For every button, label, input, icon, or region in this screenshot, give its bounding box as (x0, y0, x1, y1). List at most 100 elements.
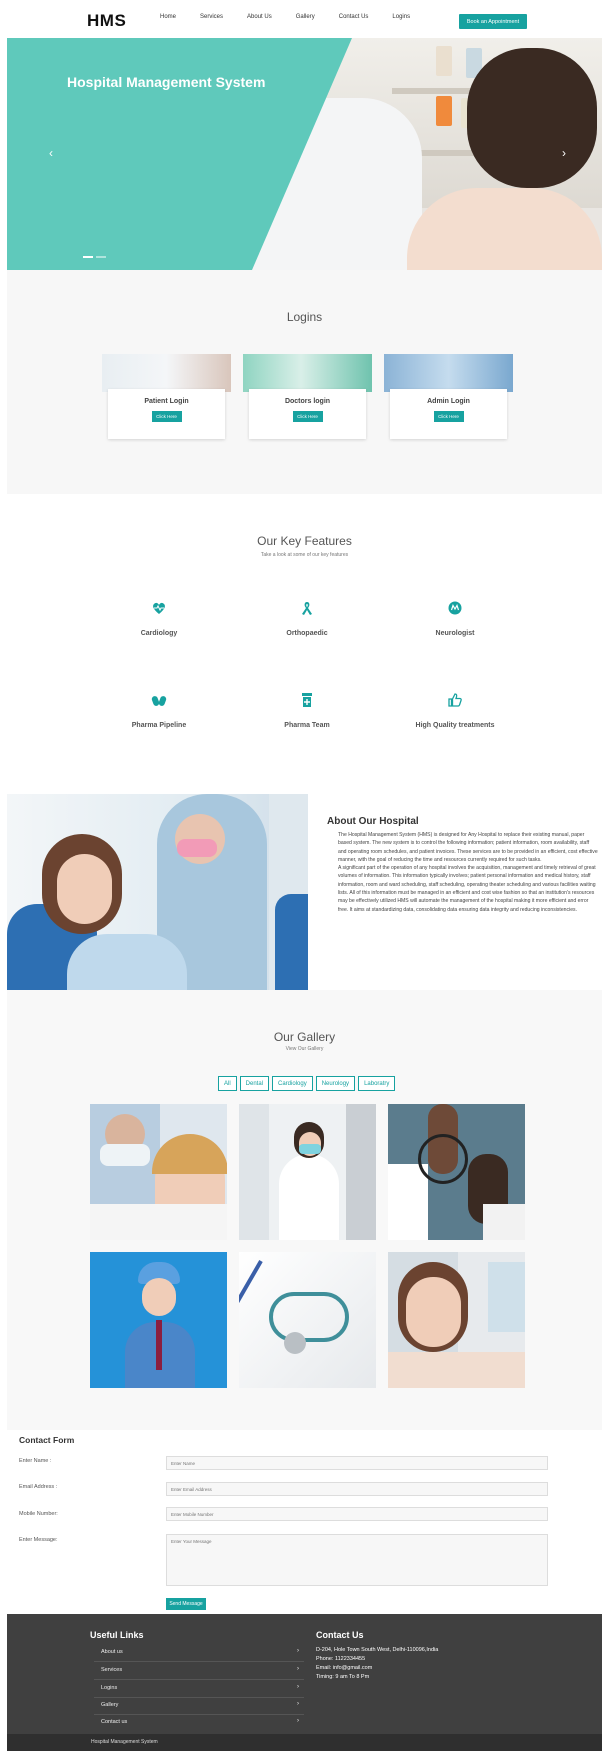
prescription-bottle-icon (302, 693, 312, 707)
nav-link-logins[interactable]: Logins (392, 14, 410, 20)
doctors-login-label: Doctors login (284, 398, 331, 405)
heartbeat-icon (153, 602, 165, 614)
about-title: About Our Hospital (327, 816, 419, 827)
patient-login-button[interactable]: Click Here (151, 411, 182, 422)
message-textarea[interactable] (166, 1534, 548, 1586)
gallery-image-surgeon[interactable] (90, 1252, 227, 1388)
hero-photo-patient (407, 188, 602, 270)
features-subtitle: Take a look at some of our key features (260, 552, 349, 558)
admin-login-button[interactable]: Click Here (433, 411, 464, 422)
features-title: Our Key Features (257, 534, 352, 548)
footer: Useful Links About us › Services › Login… (7, 1614, 602, 1734)
feature-pharma-pipeline: Pharma Pipeline (79, 692, 239, 729)
footer-link-about[interactable]: About us › (94, 1645, 304, 1662)
gallery-image-blood-pressure[interactable] (388, 1104, 525, 1240)
nav-link-contact[interactable]: Contact Us (339, 14, 369, 20)
footer-link-services[interactable]: Services › (94, 1663, 304, 1680)
chevron-right-icon: › (297, 1701, 299, 1707)
about-section: About Our Hospital The Hospital Manageme… (7, 794, 602, 990)
gallery-image-dental-exam[interactable] (90, 1104, 227, 1240)
thumbs-up-icon (448, 693, 462, 707)
footer-link-gallery[interactable]: Gallery › (94, 1698, 304, 1715)
feature-label: High Quality treatments (415, 722, 495, 729)
hero-teal-overlay (7, 38, 252, 270)
footer-email: Email: info@gmail.com (316, 1665, 373, 1671)
doctors-login-button[interactable]: Click Here (292, 411, 323, 422)
carousel-dot[interactable] (83, 256, 93, 258)
capsules-icon (151, 696, 167, 706)
filter-cardiology[interactable]: Cardiology (272, 1076, 313, 1091)
footer-link-contact[interactable]: Contact us › (94, 1715, 304, 1732)
gallery-image-dental-smile[interactable] (388, 1252, 525, 1388)
book-appointment-button[interactable]: Book an Appointment (459, 14, 527, 29)
name-input[interactable] (166, 1456, 548, 1470)
filter-neurology[interactable]: Neurology (315, 1076, 356, 1091)
footer-phone: Phone: 1122334455 (316, 1656, 366, 1662)
doctors-login-image (243, 354, 372, 392)
patient-login-card: Patient Login Click Here (102, 354, 231, 439)
chevron-right-icon: › (297, 1648, 299, 1654)
admin-login-card: Admin Login Click Here (384, 354, 513, 439)
feature-high-quality: High Quality treatments (375, 692, 535, 729)
nav-link-about[interactable]: About Us (247, 14, 272, 20)
mobile-label: Mobile Number: (19, 1511, 58, 1517)
feature-label: Neurologist (435, 630, 475, 637)
admin-login-label: Admin Login (427, 398, 470, 405)
feature-cardiology: Cardiology (79, 600, 239, 637)
chevron-right-icon: › (297, 1684, 299, 1690)
gallery-filters: All Dental Cardiology Neurology Laboratr… (218, 1076, 396, 1091)
gallery-section: Our Gallery View Our Gallery All Dental … (7, 990, 602, 1430)
gallery-title: Our Gallery (273, 1030, 336, 1044)
name-label: Enter Name : (19, 1458, 52, 1464)
filter-all[interactable]: All (218, 1076, 237, 1091)
filter-dental[interactable]: Dental (239, 1076, 270, 1091)
filter-laboratry[interactable]: Laboratry (358, 1076, 396, 1091)
about-text: The Hospital Management System (HMS) is … (338, 831, 598, 914)
footer-address: D-204, Hole Town South West, Delhi-11009… (316, 1647, 439, 1653)
mobile-input[interactable] (166, 1507, 548, 1521)
chevron-left-icon[interactable]: ‹ (49, 146, 53, 160)
hero-carousel: Hospital Management System ‹ › (7, 38, 602, 270)
contact-us-title: Contact Us (316, 1630, 364, 1640)
gallery-image-stethoscope[interactable] (239, 1252, 376, 1388)
useful-links-title: Useful Links (90, 1630, 144, 1640)
copyright-text: Hospital Management System (91, 1739, 158, 1745)
gallery-subtitle: View Our Gallery (285, 1046, 324, 1052)
key-features-section: Our Key Features Take a look at some of … (7, 494, 602, 794)
admin-login-image (384, 354, 513, 392)
about-paragraph-2: A significant part of the operation of a… (338, 865, 596, 913)
chevron-right-icon[interactable]: › (562, 146, 566, 160)
footer-link-logins[interactable]: Logins › (94, 1681, 304, 1698)
carousel-indicators (83, 256, 106, 258)
carousel-dot[interactable] (96, 256, 106, 258)
message-label: Enter Message: (19, 1537, 58, 1543)
contact-form-title: Contact Form (19, 1435, 75, 1445)
nav-link-home[interactable]: Home (160, 14, 176, 20)
contact-form-section: Contact Form Enter Name : Email Address … (7, 1430, 602, 1614)
about-paragraph-1: The Hospital Management System (HMS) is … (338, 832, 598, 863)
feature-label: Cardiology (140, 630, 178, 637)
top-navbar: HMS Home Services About Us Gallery Conta… (0, 0, 602, 38)
feature-neurologist: Neurologist (375, 600, 535, 637)
feature-pharma-team: Pharma Team (227, 692, 387, 729)
logins-section: Logins Patient Login Click Here Doctors … (7, 270, 602, 494)
footer-timing: Timing: 9 am To 8 Pm (316, 1674, 370, 1680)
ribbon-icon (302, 602, 312, 615)
copyright-bar: Hospital Management System (7, 1734, 602, 1751)
nav-link-services[interactable]: Services (200, 14, 223, 20)
nav-links: Home Services About Us Gallery Contact U… (160, 14, 434, 20)
nav-link-gallery[interactable]: Gallery (296, 14, 315, 20)
send-message-button[interactable]: Send Message (166, 1598, 206, 1610)
feature-label: Pharma Team (284, 722, 330, 729)
email-input[interactable] (166, 1482, 548, 1496)
doctors-login-card: Doctors login Click Here (243, 354, 372, 439)
patient-login-image (102, 354, 231, 392)
gallery-image-lab-doctor[interactable] (239, 1104, 376, 1240)
feature-label: Pharma Pipeline (131, 722, 187, 729)
about-image-dental (7, 794, 308, 990)
chevron-right-icon: › (297, 1718, 299, 1724)
brand-logo[interactable]: HMS (87, 11, 126, 31)
logins-title: Logins (286, 310, 323, 324)
brain-icon (448, 601, 462, 615)
feature-orthopaedic: Orthopaedic (227, 600, 387, 637)
